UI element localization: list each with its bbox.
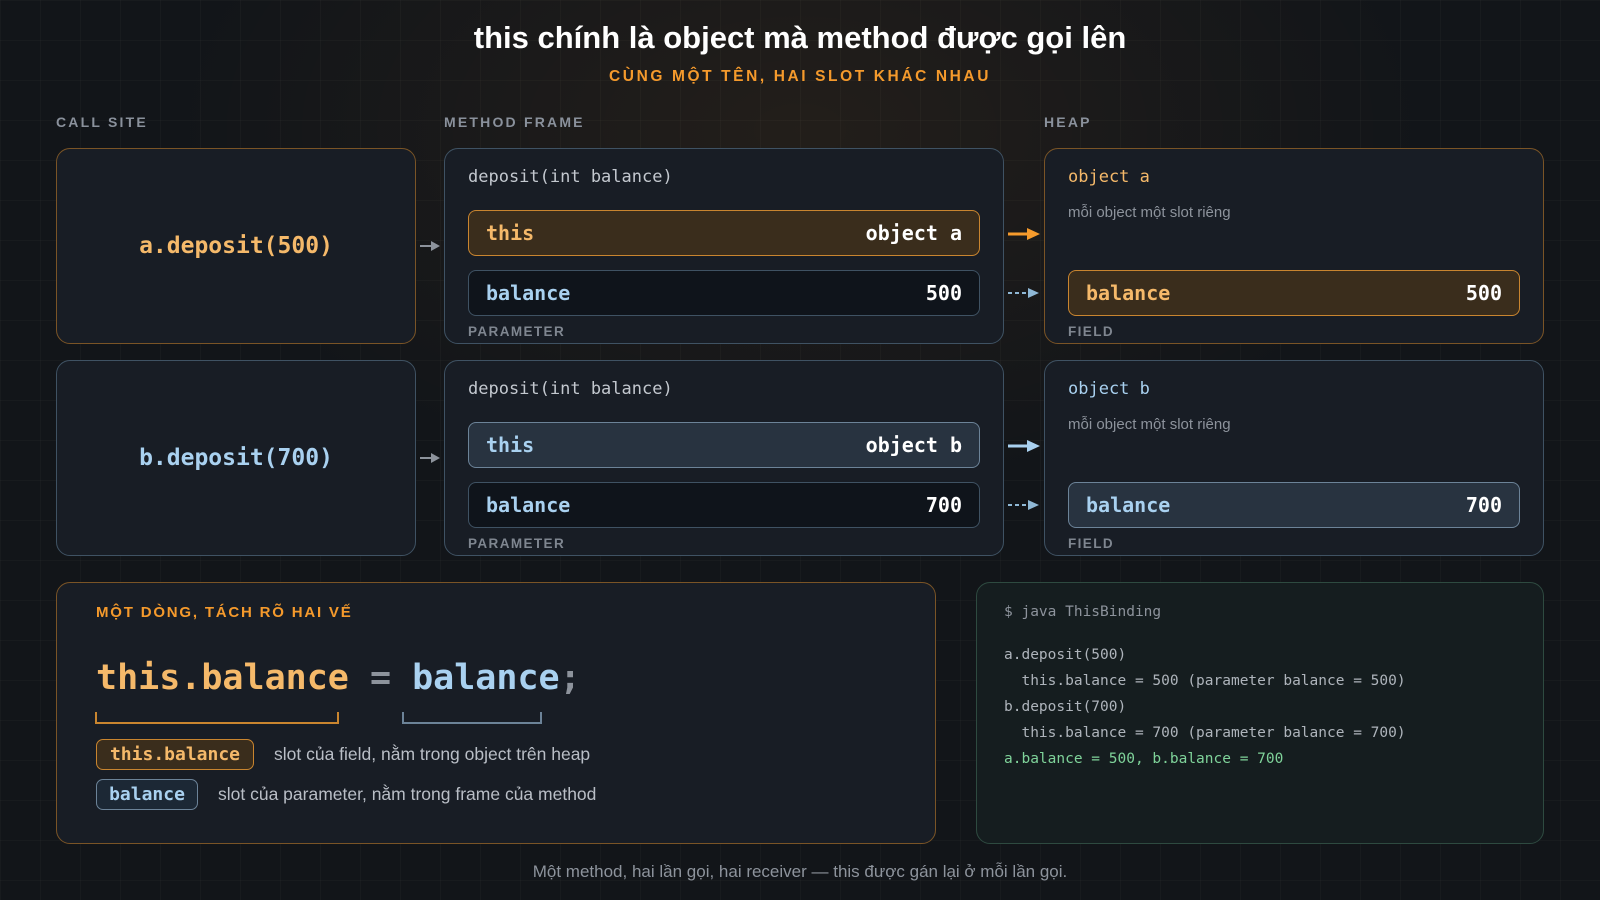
this-arrow-a-icon	[1008, 228, 1040, 240]
parameter-caption: PARAMETER	[468, 324, 566, 339]
parameter-slot-value: 500	[925, 281, 962, 305]
this-slot-label: this	[486, 221, 535, 245]
this-slot-label: this	[486, 433, 535, 457]
terminal-line: a.deposit(500)	[1004, 647, 1127, 663]
explanation-panel: MỘT DÒNG, TÁCH RÕ HAI VẾ this.balance = …	[56, 582, 936, 844]
method-frame-b: deposit(int balance) this object b balan…	[444, 360, 1004, 556]
method-signature-a: deposit(int balance)	[468, 167, 673, 187]
footer-note: Một method, hai lần gọi, hai receiver — …	[532, 862, 1068, 881]
method-frame-a: deposit(int balance) this object a balan…	[444, 148, 1004, 344]
balance-tag: balance	[96, 779, 198, 810]
lhs-bracket-icon	[95, 712, 339, 724]
parameter-arrow-a-icon	[1008, 288, 1039, 298]
call-arrow-b-icon	[420, 453, 440, 463]
method-signature-b: deposit(int balance)	[468, 379, 673, 399]
terminal-line: this.balance = 500 (parameter balance = …	[1004, 673, 1406, 689]
terminal-line: b.deposit(700)	[1004, 699, 1127, 715]
assignment-statement: this.balance = balance;	[96, 658, 581, 698]
object-name-b: object b	[1068, 379, 1150, 399]
this-slot-b: this object b	[468, 422, 980, 468]
object-note-a: mỗi object một slot riêng	[1068, 204, 1231, 221]
call-expression-b: b.deposit(700)	[139, 445, 333, 471]
column-label-heap: HEAP	[1044, 114, 1092, 130]
field-slot-a: balance 500	[1068, 270, 1520, 316]
this-arrow-b-icon	[1008, 440, 1040, 452]
parameter-caption: PARAMETER	[468, 536, 566, 551]
field-slot-label: balance	[1086, 493, 1171, 517]
page-title: this chính là object mà method được gọi …	[473, 20, 1127, 55]
terminal-prompt: $ java ThisBinding	[1004, 604, 1162, 620]
statement-operator: =	[348, 658, 413, 698]
call-arrow-a-icon	[420, 241, 440, 251]
column-label-call-site: CALL SITE	[56, 114, 148, 130]
this-balance-description: slot của field, nằm trong object trên he…	[274, 744, 591, 764]
parameter-slot-value: 700	[925, 493, 962, 517]
parameter-slot-a: balance 500	[468, 270, 980, 316]
parameter-slot-b: balance 700	[468, 482, 980, 528]
terminal-result: a.balance = 500, b.balance = 700	[1004, 751, 1284, 767]
page-subtitle: CÙNG MỘT TÊN, HAI SLOT KHÁC NHAU	[609, 68, 991, 85]
field-slot-value: 500	[1465, 281, 1502, 305]
field-slot-label: balance	[1086, 281, 1171, 305]
call-expression-a: a.deposit(500)	[139, 233, 333, 259]
field-caption: FIELD	[1068, 536, 1114, 551]
field-caption: FIELD	[1068, 324, 1114, 339]
statement-terminator: ;	[559, 658, 581, 698]
heap-object-a: object a mỗi object một slot riêng balan…	[1044, 148, 1544, 344]
explanation-heading: MỘT DÒNG, TÁCH RÕ HAI VẾ	[96, 604, 353, 621]
balance-description: slot của parameter, nằm trong frame của …	[218, 784, 597, 804]
call-site-b: b.deposit(700)	[56, 360, 416, 556]
object-name-a: object a	[1068, 167, 1150, 187]
parameter-slot-label: balance	[486, 281, 571, 305]
parameter-arrow-b-icon	[1008, 500, 1039, 510]
field-slot-b: balance 700	[1068, 482, 1520, 528]
this-slot-a: this object a	[468, 210, 980, 256]
statement-rhs: balance	[412, 658, 560, 698]
terminal-panel: $ java ThisBinding a.deposit(500) this.b…	[976, 582, 1544, 844]
column-label-method-frame: METHOD FRAME	[444, 114, 585, 130]
this-slot-value: object a	[865, 221, 962, 245]
parameter-slot-label: balance	[486, 493, 571, 517]
rhs-bracket-icon	[402, 712, 542, 724]
this-balance-tag: this.balance	[96, 739, 254, 770]
object-note-b: mỗi object một slot riêng	[1068, 416, 1231, 433]
statement-lhs: this.balance	[96, 658, 349, 698]
call-site-a: a.deposit(500)	[56, 148, 416, 344]
terminal-line: this.balance = 700 (parameter balance = …	[1004, 725, 1406, 741]
this-slot-value: object b	[865, 433, 962, 457]
field-slot-value: 700	[1465, 493, 1502, 517]
heap-object-b: object b mỗi object một slot riêng balan…	[1044, 360, 1544, 556]
